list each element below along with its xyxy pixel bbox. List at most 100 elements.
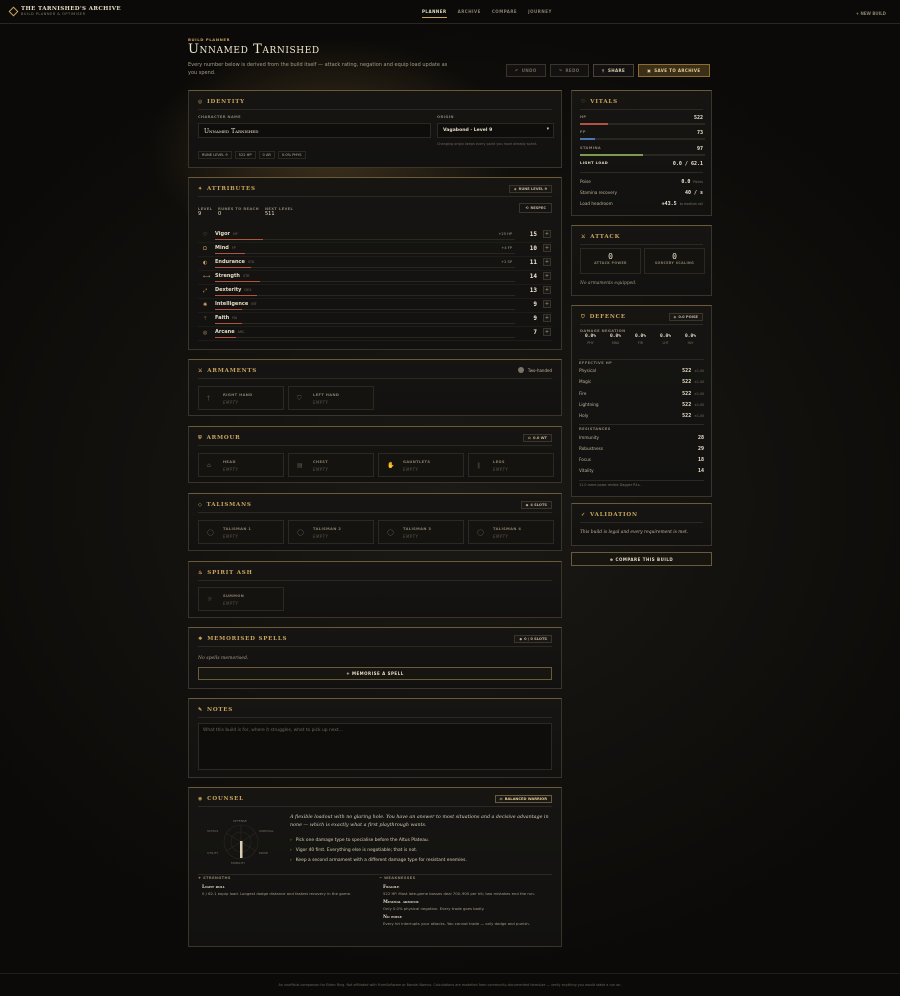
weight-badge-text: 0.0 WT [532,436,547,440]
spell-slots-badge: ◆ 0 / 0 Slots [514,635,552,643]
memorise-spell-button[interactable]: + Memorise a Spell [198,667,552,680]
attribute-value: 14 [529,273,537,280]
share-button[interactable]: ⚲ Share [592,64,635,77]
increase-button[interactable]: + [543,230,551,238]
new-build-button[interactable]: + New Build [856,11,886,16]
rune-level-badge: ◈ Rune Level 9 [508,185,552,193]
weaknesses-label-text: Weaknesses [384,876,416,880]
notes-textarea[interactable]: What this build is for, where it struggl… [198,723,552,770]
attribute-name-text: Arcane [215,329,235,335]
resistance-label: Robustness [579,446,604,451]
spirit-ash-title-text: Spirit Ash [207,570,253,576]
undo-label: Undo [521,68,537,73]
footer: An unofficial companion for Elden Ring. … [0,973,900,987]
redo-button[interactable]: ↷ Redo [549,64,589,77]
slot-talisman-4[interactable]: ◯ Talisman 4 Empty [468,520,554,544]
nav-archive[interactable]: Archive [458,9,481,18]
slot-summon[interactable]: ☼ Summon Empty [198,587,284,611]
nav-planner[interactable]: Planner [422,9,447,18]
slot-head[interactable]: ⌂ Head Empty [198,453,284,477]
two-handed-toggle[interactable]: Two-handed [517,367,552,373]
increase-button[interactable]: + [543,272,551,280]
increase-button[interactable]: + [543,328,551,336]
slot-legs[interactable]: ∥ Legs Empty [468,453,554,477]
negation-value: 0.0% [584,334,597,339]
attribute-abbr: FP [231,246,236,250]
slot-gauntlets[interactable]: ✋ Gauntlets Empty [378,453,464,477]
attribute-bar[interactable] [215,309,515,310]
heart-icon: ♡ [203,232,208,238]
attribute-bar[interactable] [215,267,515,268]
save-icon: ▣ [647,68,652,73]
attribute-bar[interactable] [215,253,515,254]
spirit-icon: ☼ [207,596,213,603]
slot-label: Legs [493,460,505,464]
attribute-bar[interactable] [215,281,515,282]
slot-label: Left Hand [313,393,340,397]
slot-talisman-3[interactable]: ◯ Talisman 3 Empty [378,520,464,544]
armour-panel: ⛨ Armour ⚖ 0.0 WT ⌂ Head Empty ▤ Chest Empty ✋… [188,426,562,483]
radar-mobility-mark [240,841,243,858]
identity-title: ◎ Identity [198,99,245,105]
slot-left-hand[interactable]: ⛉ Left Hand Empty [288,386,374,410]
resistance-value: 28 [697,435,704,441]
weakness-heading: Fragile [383,885,400,890]
attribute-abbr: FAI [232,316,238,320]
increase-button[interactable]: + [543,300,551,308]
ehp-value: 522 ×1.00 [682,379,704,385]
attribute-name-text: Vigor [215,231,230,237]
negation-label: LHT [662,341,669,345]
undo-button[interactable]: ↶ Undo [506,64,546,77]
attribute-abbr: ARC [237,330,245,334]
spells-panel: ❖ Memorised Spells ◆ 0 / 0 Slots No spells… [188,627,562,689]
ehp-value: 522 ×1.00 [682,368,704,374]
next-level-value: 511 [265,211,275,217]
talisman-slots-badge: ◆ 4 Slots [520,501,552,509]
slot-label: Right Hand [223,393,253,397]
attribute-bar[interactable] [215,337,515,338]
compare-build-button[interactable]: ⊕ Compare This Build [571,552,712,566]
two-handed-label: Two-handed [527,367,552,373]
tip-text: Vigor 40 first. Everything else is negot… [295,848,418,853]
ehp-row-magic: Magic 522 ×1.00 [579,379,704,385]
weakness-item: No poise Every hit interrupts your attack… [379,915,555,926]
poise-value: 0.0 Points [681,179,703,185]
ehp-row-holy: Holy 522 ×1.00 [579,413,704,419]
negation-fir: 0.0% FIR [630,334,651,345]
attribute-bar[interactable] [215,323,515,324]
slot-talisman-2[interactable]: ◯ Talisman 2 Empty [288,520,374,544]
attribute-bar[interactable] [215,239,515,240]
origin-select[interactable]: Vagabond · Level 9 ▾ [437,123,554,138]
slot-right-hand[interactable]: † Right Hand Empty [198,386,284,410]
weaknesses-column: − Weaknesses Fragile 522 HP. Most late-ga… [379,876,555,926]
nav-journey[interactable]: Journey [528,9,552,18]
brand[interactable]: The Tarnished's Archive Build Planner & … [8,6,121,16]
save-to-archive-button[interactable]: ▣ Save to Archive [638,64,710,77]
increase-button[interactable]: + [543,314,551,322]
page-title: Unnamed Tarnished [188,42,320,57]
reset-icon: ⟲ [525,206,529,210]
slot-talisman-1[interactable]: ◯ Talisman 1 Empty [198,520,284,544]
radar-label-status: Status [207,829,219,833]
character-name-input[interactable]: Unnamed Tarnished [198,123,431,138]
stamina-bar-fill [580,154,643,156]
weakness-item: Minimal armour Only 0.0% physical negatio… [379,900,555,911]
attribute-row-strength: ⟷ Strength STR 14 + [198,271,552,285]
negation-value: 0.0% [659,334,672,339]
nav-compare[interactable]: Compare [492,9,517,18]
ehp-value: 522 ×1.00 [682,391,704,397]
respec-button[interactable]: ⟲ Respec [519,203,552,213]
attack-power-value: 0 [608,252,613,261]
slot-chest[interactable]: ▤ Chest Empty [288,453,374,477]
attribute-row-intelligence: ✺ Intelligence INT 9 + [198,299,552,313]
new-build-label: New Build [860,11,886,16]
check-icon: ✓ [581,512,586,518]
tip-text: Keep a second armament with a different … [295,858,467,863]
vital-load-headroom: Load headroom +43.5 to medium roll [580,201,703,207]
attribute-bar[interactable] [215,295,515,296]
increase-button[interactable]: + [543,286,551,294]
compare-build-label: Compare This Build [615,557,674,562]
increase-button[interactable]: + [543,258,551,266]
attribute-bar-fill [215,295,257,296]
increase-button[interactable]: + [543,244,551,252]
